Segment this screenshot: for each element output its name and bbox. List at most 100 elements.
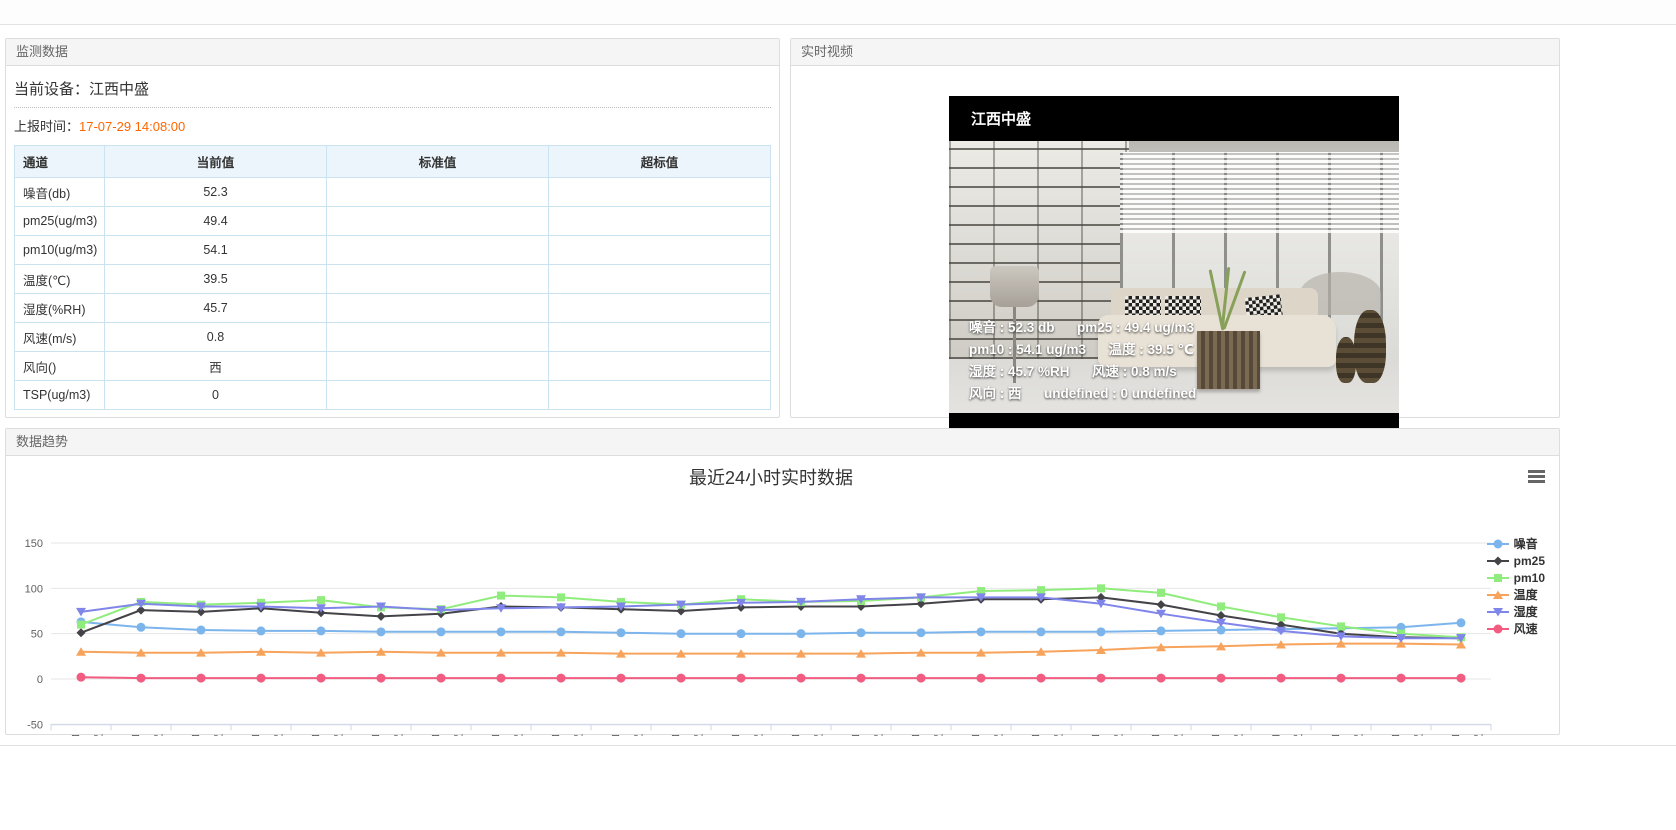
x-axis-label: 28日15时 bbox=[58, 733, 104, 736]
series-line-湿度 bbox=[81, 597, 1461, 638]
current-value-cell: 49.4 bbox=[105, 207, 327, 236]
x-axis-label: 29日04时 bbox=[838, 733, 884, 736]
monitor-table: 通道 当前值 标准值 超标值 噪音(db)52.3pm25(ug/m3)49.4… bbox=[14, 145, 771, 410]
current-value-cell: 0.8 bbox=[105, 323, 327, 352]
x-axis-label: 29日01时 bbox=[658, 733, 704, 736]
current-device-label: 当前设备：江西中盛 bbox=[14, 78, 771, 108]
table-row: 湿度(%RH)45.7 bbox=[15, 294, 771, 323]
legend-marker-icon bbox=[1487, 555, 1509, 567]
x-axis-label: 28日17时 bbox=[178, 733, 224, 736]
x-axis-label: 28日16时 bbox=[118, 733, 164, 736]
x-axis-label: 28日20时 bbox=[358, 733, 404, 736]
exceed-value-cell bbox=[549, 265, 771, 294]
channel-cell: pm10(ug/m3) bbox=[15, 236, 105, 265]
x-axis-label: 28日18时 bbox=[238, 733, 284, 736]
top-bar bbox=[0, 0, 1676, 25]
x-axis-label: 29日14时 bbox=[1438, 733, 1484, 736]
table-row: pm10(ug/m3)54.1 bbox=[15, 236, 771, 265]
series-line-风速 bbox=[81, 677, 1461, 678]
current-value-cell: 52.3 bbox=[105, 178, 327, 207]
channel-cell: 温度(℃) bbox=[15, 265, 105, 294]
header-exceed-value: 超标值 bbox=[549, 146, 771, 178]
standard-value-cell bbox=[327, 265, 549, 294]
standard-value-cell bbox=[327, 236, 549, 265]
channel-cell: 风向() bbox=[15, 352, 105, 381]
lamp-graphic bbox=[990, 266, 1040, 307]
standard-value-cell bbox=[327, 207, 549, 236]
y-axis-label: 0 bbox=[37, 674, 43, 686]
trend-panel-title: 数据趋势 bbox=[6, 429, 1559, 456]
legend-marker-icon bbox=[1487, 538, 1509, 550]
trend-chart-svg: 最近24小时实时数据-5005010015028日15时28日16时28日17时… bbox=[6, 456, 1559, 736]
x-axis-label: 29日05时 bbox=[898, 733, 944, 736]
legend-item-温度[interactable]: 温度 bbox=[1487, 586, 1545, 603]
legend-item-pm10[interactable]: pm10 bbox=[1487, 569, 1545, 586]
monitor-table-header-row: 通道 当前值 标准值 超标值 bbox=[15, 146, 771, 178]
x-axis-label: 29日08时 bbox=[1078, 733, 1124, 736]
report-time-value: 17-07-29 14:08:00 bbox=[79, 119, 185, 134]
x-axis-label: 29日12时 bbox=[1318, 733, 1364, 736]
video-poster-scene: 噪音 : 52.3 db pm25 : 49.4 ug/m3pm10 : 54.… bbox=[949, 141, 1399, 413]
legend-label: 温度 bbox=[1514, 586, 1538, 603]
legend-item-湿度[interactable]: 湿度 bbox=[1487, 603, 1545, 620]
exceed-value-cell bbox=[549, 352, 771, 381]
trend-chart: 最近24小时实时数据-5005010015028日15时28日16时28日17时… bbox=[6, 456, 1559, 736]
page-bottom-divider bbox=[0, 745, 1676, 746]
legend-label: 风速 bbox=[1514, 620, 1538, 637]
legend-item-噪音[interactable]: 噪音 bbox=[1487, 535, 1545, 552]
exceed-value-cell bbox=[549, 294, 771, 323]
standard-value-cell bbox=[327, 294, 549, 323]
legend-marker-icon bbox=[1487, 589, 1509, 601]
x-axis-label: 29日10时 bbox=[1198, 733, 1244, 736]
channel-cell: 风速(m/s) bbox=[15, 323, 105, 352]
standard-value-cell bbox=[327, 323, 549, 352]
table-row: 噪音(db)52.3 bbox=[15, 178, 771, 207]
legend-item-风速[interactable]: 风速 bbox=[1487, 620, 1545, 637]
legend-label: pm25 bbox=[1514, 554, 1545, 568]
legend-label: 湿度 bbox=[1514, 603, 1538, 620]
y-axis-label: 50 bbox=[31, 629, 43, 641]
exceed-value-cell bbox=[549, 323, 771, 352]
report-time-line: 上报时间：17-07-29 14:08:00 bbox=[14, 116, 771, 135]
x-axis-label: 29日06时 bbox=[958, 733, 1004, 736]
series-line-温度 bbox=[81, 644, 1461, 654]
current-value-cell: 39.5 bbox=[105, 265, 327, 294]
legend-label: 噪音 bbox=[1514, 535, 1538, 552]
table-row: 风速(m/s)0.8 bbox=[15, 323, 771, 352]
exceed-value-cell bbox=[549, 381, 771, 410]
x-axis-label: 29日11时 bbox=[1258, 733, 1304, 736]
monitor-data-panel: 监测数据 当前设备：江西中盛 上报时间：17-07-29 14:08:00 通道… bbox=[5, 38, 780, 418]
current-value-cell: 0 bbox=[105, 381, 327, 410]
current-value-cell: 西 bbox=[105, 352, 327, 381]
current-value-cell: 45.7 bbox=[105, 294, 327, 323]
blinds-graphic bbox=[1120, 152, 1399, 234]
table-row: pm25(ug/m3)49.4 bbox=[15, 207, 771, 236]
table-row: 风向()西 bbox=[15, 352, 771, 381]
x-axis-label: 29日07时 bbox=[1018, 733, 1064, 736]
legend-item-pm25[interactable]: pm25 bbox=[1487, 552, 1545, 569]
chart-context-menu-icon[interactable] bbox=[1528, 470, 1545, 483]
channel-cell: 湿度(%RH) bbox=[15, 294, 105, 323]
standard-value-cell bbox=[327, 178, 549, 207]
channel-cell: TSP(ug/m3) bbox=[15, 381, 105, 410]
x-axis-label: 29日03时 bbox=[778, 733, 824, 736]
legend-marker-icon bbox=[1487, 606, 1509, 618]
video-player[interactable]: 江西中盛 噪音 : 52.3 db pm25 : 49 bbox=[949, 96, 1399, 448]
exceed-value-cell bbox=[549, 236, 771, 265]
x-axis-label: 29日13时 bbox=[1378, 733, 1424, 736]
chart-legend: 噪音 pm25pm10温度湿度风速 bbox=[1487, 535, 1545, 637]
coffee-table-graphic bbox=[1197, 331, 1260, 388]
video-overlay-line: 风向 : 西 undefined : 0 undefined bbox=[969, 383, 1196, 405]
exceed-value-cell bbox=[549, 207, 771, 236]
video-panel-title: 实时视频 bbox=[791, 39, 1559, 66]
vase-graphic bbox=[1354, 310, 1386, 383]
header-current-value: 当前值 bbox=[105, 146, 327, 178]
header-channel: 通道 bbox=[15, 146, 105, 178]
legend-marker-icon bbox=[1487, 623, 1509, 635]
video-data-overlay: 噪音 : 52.3 db pm25 : 49.4 ug/m3pm10 : 54.… bbox=[969, 317, 1196, 405]
y-axis-label: -50 bbox=[27, 719, 43, 731]
exceed-value-cell bbox=[549, 178, 771, 207]
x-axis-label: 28日23时 bbox=[538, 733, 584, 736]
y-axis-label: 100 bbox=[25, 583, 43, 595]
live-video-panel: 实时视频 江西中盛 噪音 : 52. bbox=[790, 38, 1560, 418]
